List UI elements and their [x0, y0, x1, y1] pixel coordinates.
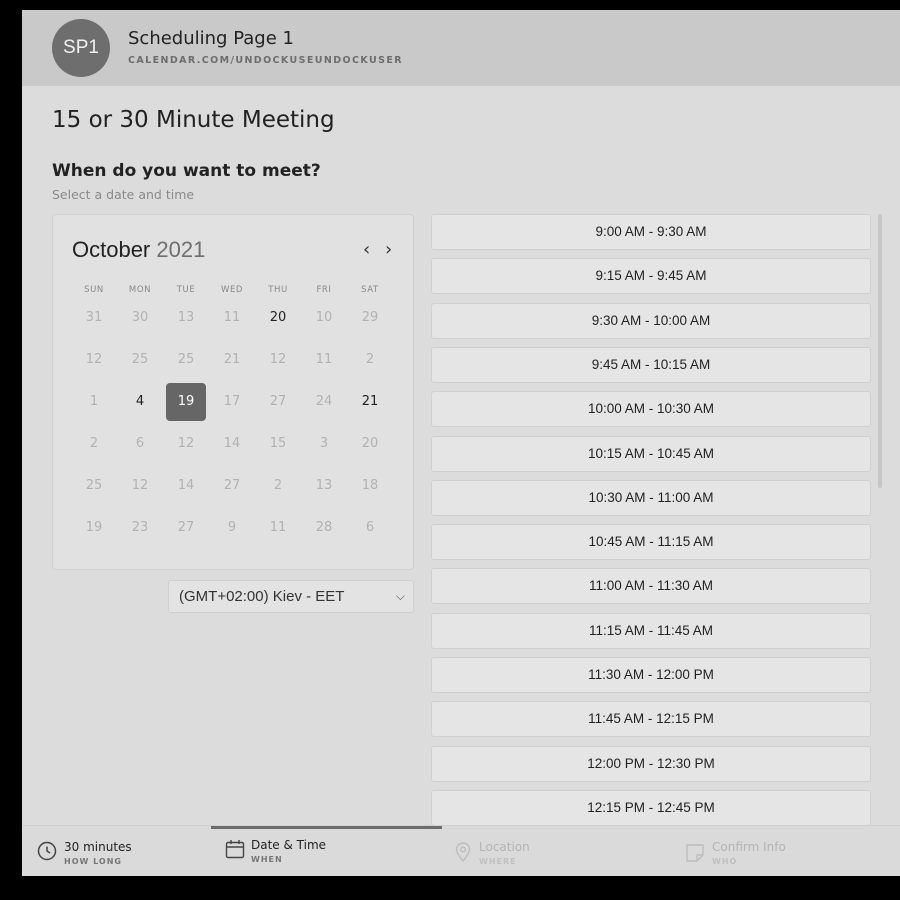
step-sublabel: WHEN [251, 855, 283, 864]
calendar-day: 27 [269, 394, 287, 409]
calendar-day: 17 [223, 394, 241, 409]
time-slot-button[interactable]: 10:30 AM - 11:00 AM [431, 479, 871, 516]
calendar-day: 9 [227, 520, 237, 535]
avatar: SP1 [52, 19, 110, 77]
note-icon [686, 844, 704, 862]
weekday-header: SAT [361, 285, 379, 295]
calendar-day: 25 [85, 478, 103, 493]
weekday-header: THU [268, 285, 288, 295]
time-slot-button[interactable]: 12:00 PM - 12:30 PM [431, 745, 871, 782]
prev-month-icon[interactable]: ‹ [363, 239, 370, 260]
calendar-day: 10 [315, 310, 333, 325]
calendar-day: 15 [269, 436, 287, 451]
calendar-day: 2 [365, 352, 375, 367]
calendar-day: 11 [269, 520, 287, 535]
calendar-day[interactable]: 4 [120, 383, 160, 421]
calendar-year: 2021 [156, 237, 206, 262]
calendar-day: 24 [315, 394, 333, 409]
step-label: 30 minutes [64, 840, 132, 854]
calendar-day: 3 [319, 436, 329, 451]
chevron-down-icon: ⌵ [395, 589, 405, 603]
question-heading: When do you want to meet? [52, 161, 321, 181]
scheduling-page-url[interactable]: CALENDAR.COM/UNDOCKUSEUNDOCKUSER [128, 55, 403, 66]
calendar-day: 23 [131, 520, 149, 535]
weekday-header: TUE [176, 285, 196, 295]
time-slot-button[interactable]: 11:30 AM - 12:00 PM [431, 657, 871, 693]
time-slot-button[interactable]: 9:00 AM - 9:30 AM [431, 214, 871, 250]
page-title: 15 or 30 Minute Meeting [52, 107, 335, 133]
timezone-select[interactable]: (GMT+02:00) Kiev - EET ⌵ [168, 580, 414, 613]
calendar-day: 19 [85, 520, 103, 535]
step-label: Confirm Info [712, 840, 786, 854]
calendar-day: 14 [177, 478, 195, 493]
time-slot-button[interactable]: 9:30 AM - 10:00 AM [431, 302, 871, 339]
time-slot-button[interactable]: 11:00 AM - 11:30 AM [431, 568, 871, 605]
calendar-day: 12 [85, 352, 103, 367]
location-pin-icon [455, 842, 471, 863]
calendar-day[interactable]: 20 [258, 299, 298, 337]
question-subtitle: Select a date and time [52, 187, 195, 202]
weekday-header: SUN [84, 285, 104, 295]
calendar-day: 27 [177, 520, 195, 535]
weekday-header: FRI [316, 285, 332, 295]
calendar-icon [225, 840, 245, 859]
calendar-month: October [72, 237, 151, 262]
calendar-day: 6 [135, 436, 145, 451]
time-slot-button[interactable]: 10:45 AM - 11:15 AM [431, 524, 871, 561]
calendar-day: 30 [131, 310, 149, 325]
calendar-day: 2 [273, 478, 283, 493]
calendar-day-selected[interactable]: 19 [166, 383, 206, 421]
time-slot-button[interactable]: 10:00 AM - 10:30 AM [431, 391, 871, 428]
step-label: Location [479, 840, 530, 854]
calendar-day[interactable]: 21 [350, 383, 390, 421]
booking-steps-footer: 30 minutes HOW LONG Date & Time WHEN Loc… [22, 825, 900, 876]
timezone-value: (GMT+02:00) Kiev - EET [179, 588, 345, 605]
calendar-day: 27 [223, 478, 241, 493]
calendar-day: 2 [89, 436, 99, 451]
calendar-day: 12 [131, 478, 149, 493]
calendar-day: 13 [315, 478, 333, 493]
clock-icon [37, 841, 57, 861]
weekday-header: WED [220, 285, 244, 295]
time-slot-button[interactable]: 9:15 AM - 9:45 AM [431, 258, 871, 295]
slot-list-scrollbar[interactable] [878, 214, 882, 488]
step-sublabel: HOW LONG [64, 857, 122, 866]
calendar-day: 11 [223, 310, 241, 325]
time-slot-button[interactable]: 12:15 PM - 12:45 PM [431, 789, 871, 826]
time-slot-button[interactable]: 11:15 AM - 11:45 AM [431, 612, 871, 649]
calendar-day: 18 [361, 478, 379, 493]
time-slot-button[interactable]: 11:45 AM - 12:15 PM [431, 701, 871, 738]
calendar-day: 29 [361, 310, 379, 325]
calendar-day: 6 [365, 520, 375, 535]
time-slot-list[interactable]: 9:00 AM - 9:30 AM 9:15 AM - 9:45 AM 9:30 A… [430, 214, 872, 826]
time-slot-button[interactable]: 10:15 AM - 10:45 AM [431, 435, 871, 472]
time-slot-button[interactable]: 9:45 AM - 10:15 AM [431, 346, 871, 383]
calendar-month-label: October 2021 [72, 237, 205, 263]
weekday-header: MON [128, 285, 152, 295]
step-label: Date & Time [251, 838, 327, 852]
calendar-day: 1 [89, 394, 99, 409]
calendar-day: 25 [177, 352, 195, 367]
step-sublabel: WHO [712, 857, 738, 866]
scheduling-page-title: Scheduling Page 1 [128, 28, 294, 49]
calendar-day: 12 [177, 436, 195, 451]
scheduling-window: SP1 Scheduling Page 1 CALENDAR.COM/UNDOC… [22, 10, 900, 876]
step-progress-indicator [211, 826, 442, 829]
calendar-day: 13 [177, 310, 195, 325]
header-bar: SP1 Scheduling Page 1 CALENDAR.COM/UNDOC… [22, 10, 900, 86]
calendar-day: 21 [223, 352, 241, 367]
step-sublabel: WHERE [479, 857, 517, 866]
calendar-day: 28 [315, 520, 333, 535]
calendar-day: 14 [223, 436, 241, 451]
date-picker-calendar: October 2021 ‹ › SUN MON TUE WED THU FRI SAT 31… [52, 214, 414, 570]
calendar-day: 20 [361, 436, 379, 451]
calendar-day: 31 [85, 310, 103, 325]
calendar-day: 25 [131, 352, 149, 367]
calendar-day: 11 [315, 352, 333, 367]
calendar-day: 12 [269, 352, 287, 367]
next-month-icon[interactable]: › [385, 239, 392, 260]
